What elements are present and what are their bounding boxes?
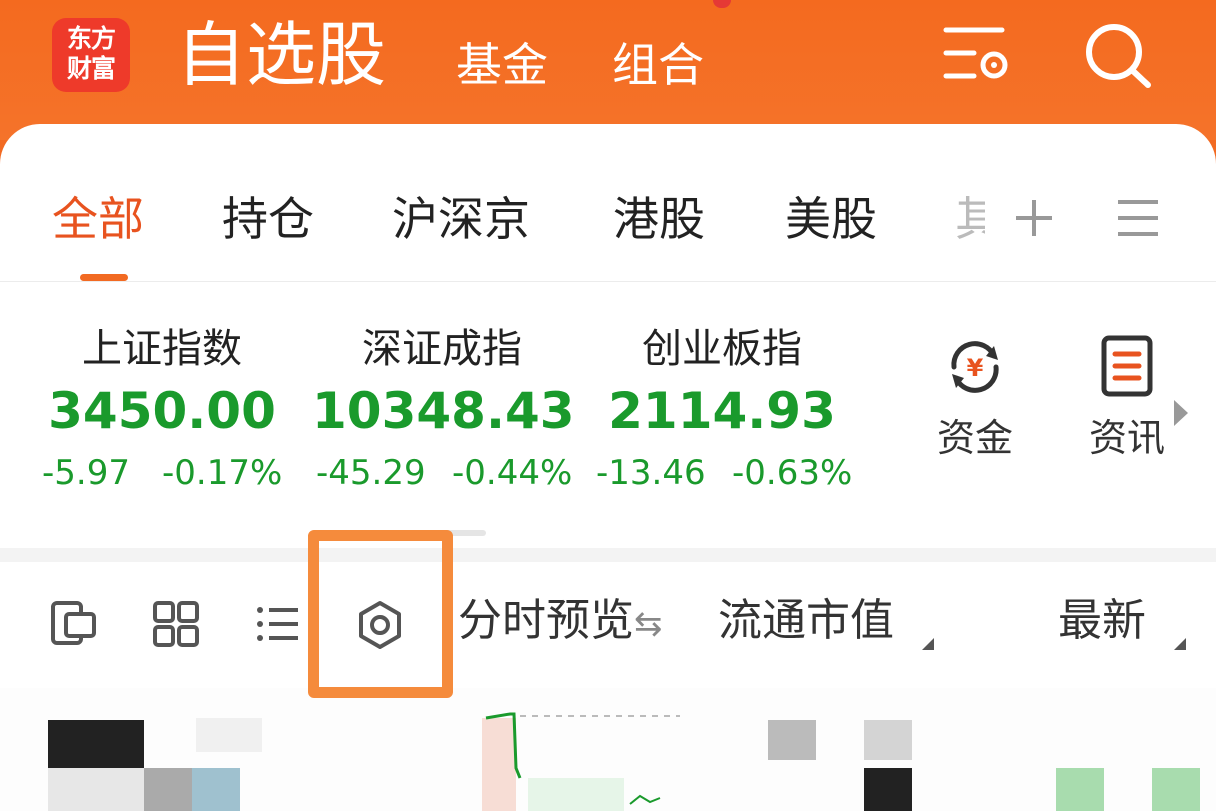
index-change-pct: -0.63% <box>732 453 853 493</box>
add-tab-icon[interactable] <box>1012 196 1056 244</box>
category-tabs: 全部 持仓 沪深京 港股 美股 其 <box>0 124 1216 282</box>
index-change: -13.46 <box>596 453 706 493</box>
market-cap-label: 流通市值 <box>718 595 894 646</box>
index-name: 深证成指 <box>362 326 522 372</box>
intraday-preview-toggle[interactable]: 分时预览⇆ <box>458 592 663 653</box>
highlight-box <box>308 530 453 698</box>
index-strip: 上证指数 3450.00 -5.97 -0.17% 深证成指 10348.43 … <box>0 282 1216 550</box>
funds-button[interactable]: ¥ 资金 <box>920 334 1030 462</box>
logo-text-top: 东方 <box>66 24 116 53</box>
news-icon <box>1101 335 1153 397</box>
main-card: 全部 持仓 沪深京 港股 美股 其 上证指数 3450.00 -5.97 -0.… <box>0 124 1216 811</box>
tab-us-stocks[interactable]: 美股 <box>785 190 877 248</box>
multi-window-icon[interactable] <box>50 600 98 648</box>
tab-holdings[interactable]: 持仓 <box>222 190 314 248</box>
index-name: 上证指数 <box>82 326 242 372</box>
tab-menu-icon[interactable] <box>1116 198 1160 242</box>
blurred-change <box>1152 768 1200 811</box>
search-icon[interactable] <box>1080 20 1156 90</box>
tab-fund[interactable]: 基金 <box>456 36 548 94</box>
settings-list-icon[interactable] <box>940 20 1016 86</box>
active-tab-indicator <box>80 274 128 281</box>
tab-shanghai-shenzhen-beijing[interactable]: 沪深京 <box>392 190 530 248</box>
index-change: -45.29 <box>316 453 426 493</box>
tab-portfolio[interactable]: 组合 <box>612 36 704 94</box>
funds-icon: ¥ <box>951 341 999 393</box>
chevron-right-icon[interactable] <box>1174 400 1188 426</box>
intraday-sparkline <box>482 712 680 811</box>
svg-text:¥: ¥ <box>967 354 984 382</box>
index-value: 10348.43 <box>312 382 575 440</box>
app-header: 东方 财富 自选股 基金 组合 <box>0 0 1216 140</box>
index-change: -5.97 <box>42 453 130 493</box>
stock-list[interactable] <box>0 688 1216 811</box>
list-view-icon[interactable] <box>254 600 302 648</box>
index-value: 2114.93 <box>608 382 836 440</box>
latest-label: 最新 <box>1058 595 1146 646</box>
blurred-price <box>768 720 816 760</box>
list-toolbar: 分时预览⇆ 流通市值 最新 <box>0 562 1216 688</box>
index-name: 创业板指 <box>642 326 802 372</box>
news-button[interactable]: 资讯 <box>1072 334 1182 462</box>
index-value: 3450.00 <box>48 382 276 440</box>
tab-hk-stocks[interactable]: 港股 <box>613 190 705 248</box>
blurred-block <box>864 720 912 760</box>
news-label: 资讯 <box>1088 416 1165 460</box>
section-divider <box>0 548 1216 562</box>
sort-by-market-cap[interactable]: 流通市值 <box>718 592 894 650</box>
blurred-block <box>192 768 240 811</box>
index-change-pct: -0.17% <box>162 453 283 493</box>
notification-dot <box>713 0 731 8</box>
logo-text-bottom: 财富 <box>66 54 116 83</box>
tab-other-truncated[interactable]: 其 <box>955 190 985 248</box>
sort-caret-icon <box>1174 638 1186 650</box>
sort-caret-icon <box>922 638 934 650</box>
blurred-stock-name <box>48 720 144 768</box>
blurred-block <box>864 768 912 811</box>
blurred-block <box>144 768 192 811</box>
blurred-change <box>1056 768 1104 811</box>
blurred-stock-code <box>48 768 144 811</box>
grid-view-icon[interactable] <box>152 600 200 648</box>
intraday-preview-label: 分时预览 <box>458 595 634 646</box>
tab-watchlist[interactable]: 自选股 <box>176 12 386 98</box>
app-logo[interactable]: 东方 财富 <box>52 18 130 92</box>
swap-arrows-icon: ⇆ <box>634 604 663 644</box>
index-change-pct: -0.44% <box>452 453 573 493</box>
blurred-block <box>196 718 262 752</box>
funds-label: 资金 <box>936 416 1013 460</box>
sort-by-latest[interactable]: 最新 <box>1058 592 1146 650</box>
tab-all[interactable]: 全部 <box>52 190 144 248</box>
